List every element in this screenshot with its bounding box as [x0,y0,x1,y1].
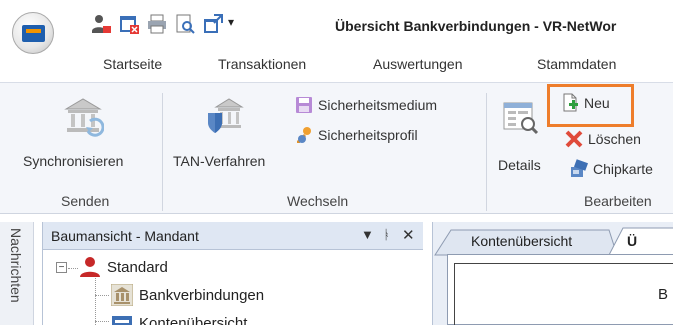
bank-shield-icon [204,95,246,137]
vr-logo-icon [22,25,45,42]
chipkarte-label: Chipkarte [593,161,653,177]
chipcard-reader-icon [571,159,589,177]
floppy-disk-icon [296,97,312,113]
ribbon-tab-bar: Startseite Transaktionen Auswertungen St… [0,48,673,78]
tab-startseite[interactable]: Startseite [103,56,162,72]
tree-node-standard[interactable]: Standard [79,256,168,278]
accounts-icon [112,316,132,325]
bank-icon [111,284,133,306]
tab-kontenuebersicht[interactable]: Kontenübersicht [461,228,582,254]
tab-transaktionen[interactable]: Transaktionen [218,56,306,72]
loeschen-button[interactable]: Löschen [564,127,641,151]
sicherheitsmedium-label: Sicherheitsmedium [318,97,438,113]
key-user-icon [297,127,311,143]
tan-verfahren-label: TAN-Verfahren [173,153,266,169]
details-button[interactable]: Details [494,89,550,181]
calendar-delete-icon[interactable] [118,13,140,35]
content-heading: B [657,286,668,303]
user-icon [80,257,100,277]
synchronisieren-button[interactable]: Synchronisieren [20,89,150,181]
title-bar: ▾ Übersicht Bankverbindungen - VR-NetWor [0,0,673,54]
chipkarte-button[interactable]: Chipkarte [569,157,653,181]
document-area: Kontenübersicht Ü B [432,222,673,325]
tree-node-bankverbindungen[interactable]: Bankverbindungen [111,284,264,306]
tree-panel: Baumansicht - Mandant ▼ ᚭ ✕ − Standard B… [42,222,423,325]
document-content: B [447,254,673,325]
tree-node-kontenuebersicht[interactable]: Kontenübersicht [111,312,247,325]
bank-sync-icon [62,95,105,137]
print-icon[interactable] [146,13,168,35]
tree-connector [95,295,109,296]
group-bearbeiten-label: Bearbeiten [584,193,652,209]
delete-x-icon [565,130,583,148]
group-senden-label: Senden [61,193,110,209]
tree-connector [95,321,109,322]
print-preview-icon[interactable] [174,13,196,35]
tree-node-label: Standard [107,258,168,276]
window-title: Übersicht Bankverbindungen - VR-NetWor [335,18,617,34]
collapse-toggle-icon[interactable]: − [56,262,67,273]
sicherheitsmedium-button[interactable]: Sicherheitsmedium [294,93,437,117]
user-settings-icon[interactable] [90,13,112,35]
group-wechseln-label: Wechseln [287,193,349,209]
tab-stammdaten[interactable]: Stammdaten [537,56,616,72]
tab-auswertungen[interactable]: Auswertungen [373,56,463,72]
details-icon [502,99,540,137]
tan-verfahren-button[interactable]: TAN-Verfahren [170,89,290,181]
sicherheitsprofil-button[interactable]: Sicherheitsprofil [294,123,418,147]
content-frame: B [454,263,673,325]
group-separator [162,93,163,211]
group-separator [486,93,487,211]
tree-connector [95,278,96,325]
tree-node-label: Bankverbindungen [139,286,265,304]
panel-dropdown-icon[interactable]: ▼ [361,227,374,242]
loeschen-label: Löschen [588,131,641,147]
details-label: Details [498,157,541,173]
quick-access-dropdown-icon[interactable]: ▾ [228,15,240,37]
pin-icon[interactable]: ᚭ [383,227,391,242]
tree-panel-header: Baumansicht - Mandant ▼ ᚭ ✕ [43,222,423,250]
tree-connector [68,268,78,269]
tree-panel-title: Baumansicht - Mandant [51,228,199,244]
close-icon[interactable]: ✕ [402,226,415,244]
nachrichten-side-tab[interactable]: Nachrichten [0,222,34,325]
nachrichten-label: Nachrichten [8,228,24,303]
synchronisieren-label: Synchronisieren [23,153,124,169]
highlight-neu [547,84,634,127]
export-icon[interactable] [202,13,224,35]
tab-uebersicht-bankverbindungen[interactable]: Ü [617,228,647,254]
tree-node-label: Kontenübersicht [139,314,248,325]
sicherheitsprofil-label: Sicherheitsprofil [318,127,418,143]
